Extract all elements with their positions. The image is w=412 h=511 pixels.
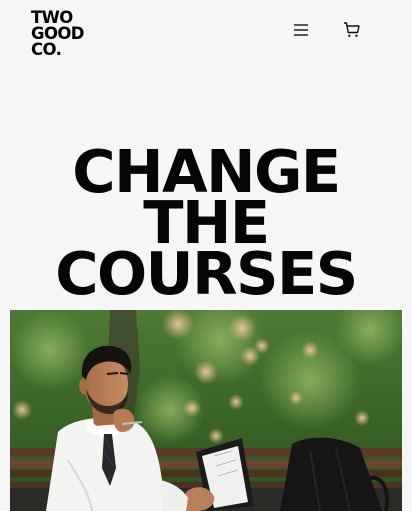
hero-image bbox=[10, 310, 402, 511]
hero-photo-illustration bbox=[10, 310, 402, 511]
hero-headline: CHANGE THE COURSES bbox=[0, 142, 412, 308]
two-good-co-logo[interactable]: TWO GOOD CO. bbox=[31, 9, 101, 60]
logo-line-3: CO. bbox=[31, 40, 62, 59]
shopping-cart-icon[interactable] bbox=[341, 19, 363, 41]
site-header: TWO GOOD CO. bbox=[0, 0, 412, 70]
headline-line-3: COURSES bbox=[55, 239, 358, 308]
hamburger-menu-icon[interactable] bbox=[290, 20, 312, 40]
